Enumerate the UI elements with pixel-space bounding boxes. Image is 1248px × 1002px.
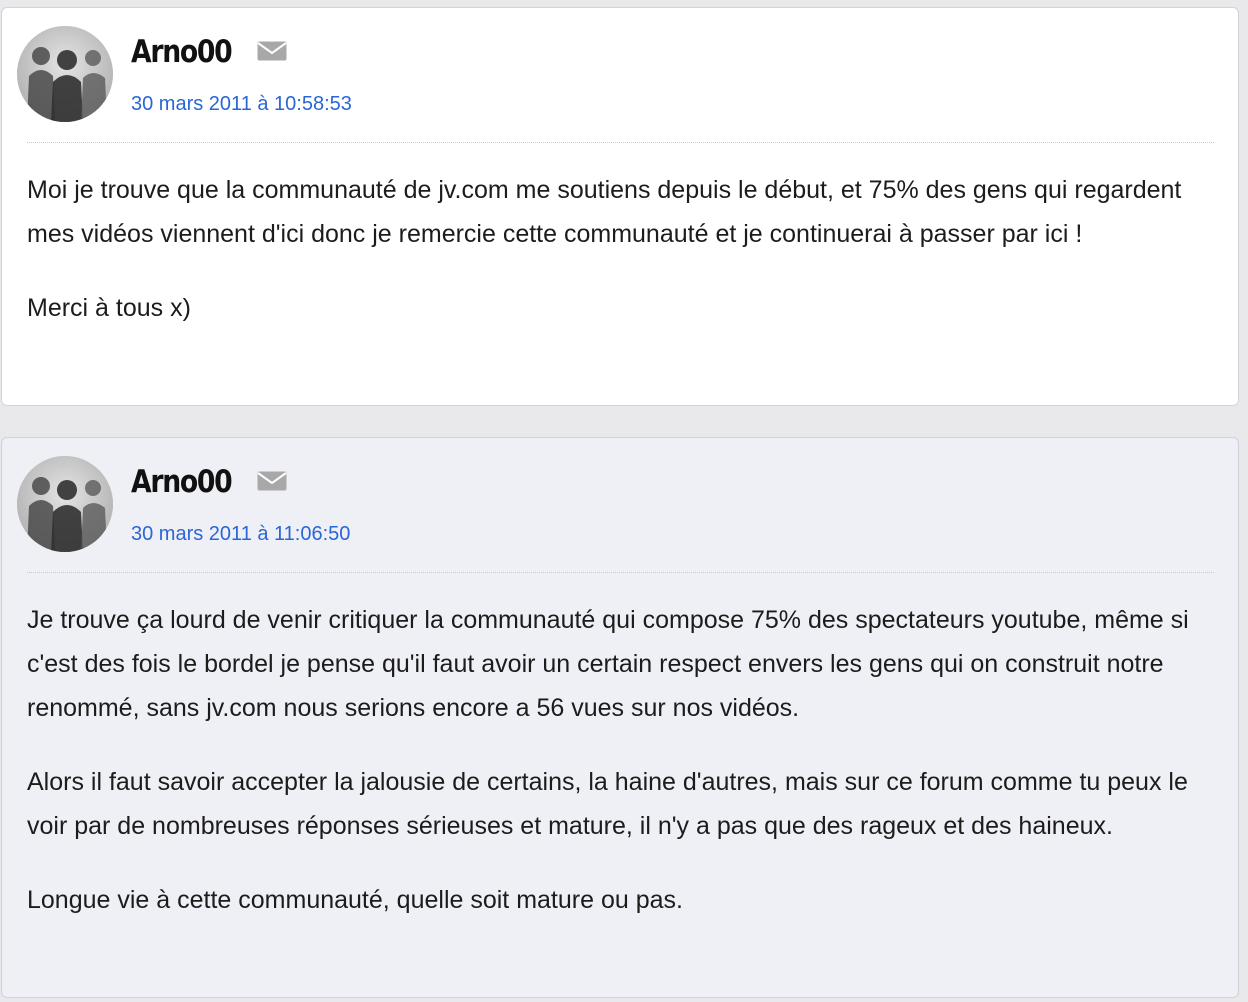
envelope-icon[interactable] (257, 471, 287, 491)
avatar[interactable] (17, 26, 113, 122)
post-paragraph: Longue vie à cette communauté, quelle so… (27, 886, 683, 914)
divider (27, 142, 1214, 143)
divider (27, 572, 1214, 573)
author-name[interactable]: Arno00 (131, 32, 233, 72)
post-date-link[interactable]: 30 mars 2011 à 11:06:50 (131, 521, 350, 547)
post-body: Je trouve ça lourd de venir critiquer la… (27, 598, 1218, 952)
post-body: Moi je trouve que la communauté de jv.co… (27, 168, 1218, 360)
envelope-icon[interactable] (257, 41, 287, 61)
avatar-silhouettes-icon (17, 26, 113, 122)
post-paragraph: Merci à tous x) (27, 294, 191, 322)
author-name[interactable]: Arno00 (131, 462, 233, 502)
avatar[interactable] (17, 456, 113, 552)
forum-post: Arno00 30 mars 2011 à 10:58:53 Moi je tr… (1, 7, 1239, 406)
post-date-link[interactable]: 30 mars 2011 à 10:58:53 (131, 91, 352, 117)
post-paragraph: Moi je trouve que la communauté de jv.co… (27, 176, 1182, 248)
post-paragraph: Alors il faut savoir accepter la jalousi… (27, 768, 1188, 840)
forum-post: Arno00 30 mars 2011 à 11:06:50 Je trouve… (1, 437, 1239, 998)
avatar-silhouettes-icon (17, 456, 113, 552)
post-paragraph: Je trouve ça lourd de venir critiquer la… (27, 606, 1189, 722)
